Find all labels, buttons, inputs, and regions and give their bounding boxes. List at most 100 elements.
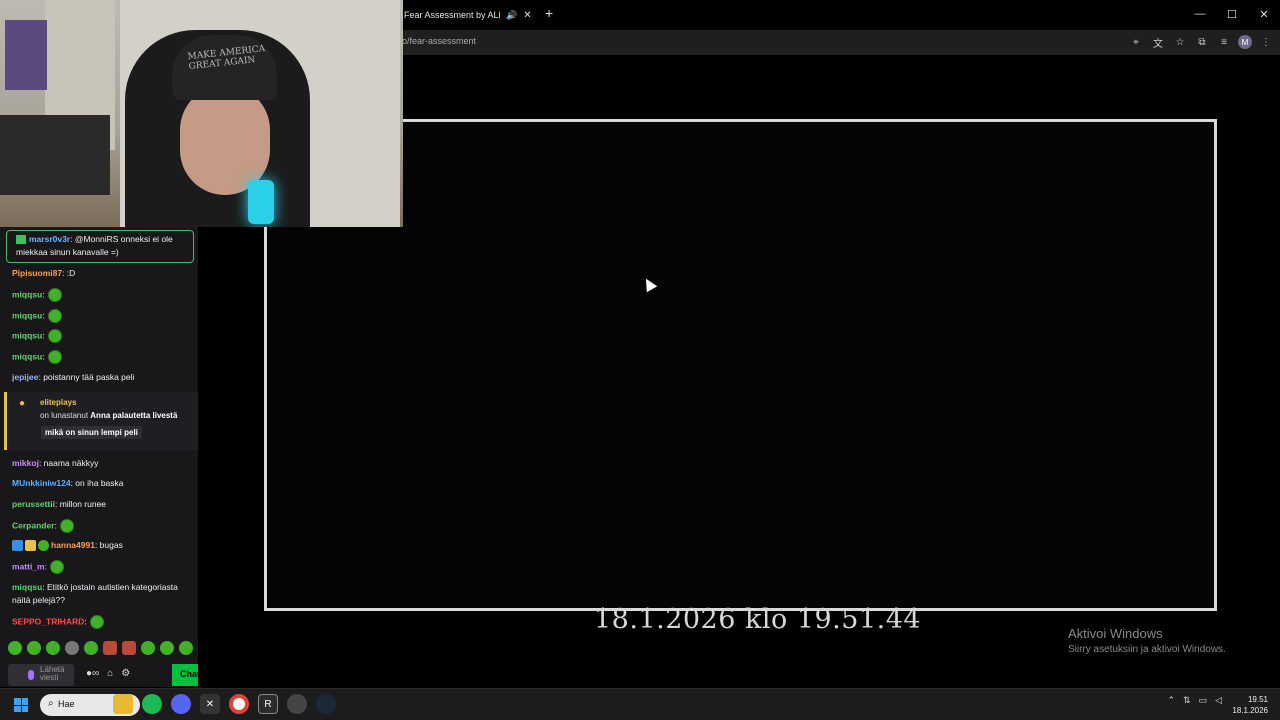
emote-icon[interactable]	[141, 641, 155, 655]
windows-taskbar: ⌕ Hae ✕ R ⌃ ⇅ ▭ ◁ 19.51 18.1.2026	[0, 688, 1280, 720]
tab-close-icon[interactable]: ✕	[523, 10, 531, 21]
twitch-chat: marsr0v3r: @MonniRS onneksi ei ole miekk…	[0, 227, 198, 687]
browser-tab[interactable]: Fear Assessment by ALEXA 🔊 ✕	[400, 4, 538, 26]
channel-points-icon: ●	[19, 398, 26, 409]
chat-username[interactable]: miqqsu	[12, 310, 42, 320]
chat-text: : millon runee	[55, 499, 107, 509]
address-bar[interactable]: o/fear-assessment ⌖ 文 ☆ ⧉ ≡ M ⋮	[400, 30, 1280, 55]
discord-icon[interactable]	[171, 694, 191, 714]
chat-username[interactable]: miqqsu	[12, 582, 42, 592]
network-icon[interactable]: ⇅	[1183, 695, 1191, 706]
chat-message: mikkoj: naama näkkyy	[12, 457, 192, 470]
emote-icon	[49, 560, 64, 574]
chat-text: :	[42, 289, 45, 300]
minimize-button[interactable]: —	[1184, 0, 1216, 28]
game-canvas[interactable]	[264, 119, 1217, 611]
translate-icon[interactable]: 文	[1150, 34, 1166, 50]
channel-points-button[interactable]: ●∞	[86, 668, 99, 679]
emote-icon[interactable]	[160, 641, 174, 655]
chat-message: marsr0v3r: @MonniRS onneksi ei ole miekk…	[16, 233, 188, 259]
chat-username[interactable]: Cerpander	[12, 520, 55, 530]
chat-username[interactable]: marsr0v3r	[29, 234, 70, 244]
taskbar-clock[interactable]: 19.51 18.1.2026	[1232, 694, 1268, 716]
chat-username[interactable]: jepijee	[12, 372, 38, 382]
chat-message: Cerpander:	[12, 519, 192, 533]
emote-icon[interactable]	[8, 641, 22, 655]
emote-icon[interactable]	[179, 641, 193, 655]
emote-icon[interactable]	[84, 641, 98, 655]
profile-avatar[interactable]: M	[1238, 35, 1252, 49]
chat-username[interactable]: SEPPO_TRIHARD	[12, 616, 84, 626]
emote-icon[interactable]	[65, 641, 79, 655]
chat-username[interactable]: hanna4991	[51, 540, 95, 550]
close-window-button[interactable]: ✕	[1248, 0, 1280, 28]
chat-input[interactable]: Lähetä viesti	[8, 664, 74, 686]
obs-icon[interactable]	[287, 694, 307, 714]
redeem-username[interactable]: eliteplays	[40, 398, 76, 407]
windows-start-icon[interactable]	[14, 698, 28, 712]
clock-time: 19.51	[1247, 695, 1268, 704]
chat-username[interactable]: Pipisuomi87	[12, 268, 62, 278]
chat-username[interactable]: perussettii	[12, 499, 55, 509]
new-tab-button[interactable]: +	[545, 6, 553, 20]
chat-username[interactable]: miqqsu	[12, 351, 42, 361]
clock-date: 18.1.2026	[1232, 706, 1268, 715]
location-icon[interactable]: ⌖	[1128, 34, 1144, 50]
emote-bar	[8, 641, 193, 655]
mic-icon[interactable]	[28, 670, 34, 680]
chrome-icon[interactable]	[229, 694, 249, 714]
chat-send-button[interactable]: Chat	[172, 664, 198, 686]
chevron-up-icon[interactable]: ⌃	[1167, 695, 1175, 706]
channel-points-redemption: ● eliteplays on lunastanut Anna palautet…	[4, 392, 198, 450]
volume-icon[interactable]: ◁	[1215, 695, 1222, 706]
crown-badge-icon	[25, 540, 36, 552]
chat-username[interactable]: miqqsu	[12, 330, 42, 340]
screen: Fear Assessment by ALEXA 🔊 ✕ + — ☐ ✕ o/f…	[0, 0, 1280, 720]
spotify-icon[interactable]	[142, 694, 162, 714]
speaker-icon[interactable]: 🔊	[506, 10, 517, 21]
chat-text: : :D	[62, 268, 76, 278]
redeem-text: on lunastanut Anna palautetta livestä	[40, 411, 177, 420]
chat-message: SEPPO_TRIHARD:	[12, 615, 192, 629]
subscriber-badge-icon	[38, 540, 49, 552]
menu-kebab-icon[interactable]: ⋮	[1258, 34, 1274, 50]
settings-gear-icon[interactable]: ⚙	[121, 668, 130, 679]
app-r-icon[interactable]: R	[258, 694, 278, 714]
redeem-reward: Anna palautetta livestä	[90, 411, 178, 420]
emote-icon	[47, 350, 62, 364]
chat-message: miqqsu: Etitkö jostain autistien kategor…	[12, 581, 192, 607]
chat-input-placeholder: Lähetä viesti	[40, 665, 65, 682]
steam-icon[interactable]	[316, 694, 336, 714]
chat-username[interactable]: mikkoj	[12, 458, 39, 468]
chat-username[interactable]: matti_m	[12, 561, 45, 571]
store-icon[interactable]: ⌂	[107, 668, 113, 679]
maximize-button[interactable]: ☐	[1216, 0, 1248, 28]
chat-username[interactable]: MUnkkiniw124	[12, 478, 71, 488]
emote-icon[interactable]	[103, 641, 117, 655]
chat-message: jepijee: poistanny tää paska peli	[12, 371, 192, 384]
chat-text: : naama näkkyy	[38, 458, 99, 468]
address-bar-icons: ⌖ 文 ☆ ⧉ ≡ M ⋮	[1128, 34, 1274, 50]
capcut-icon[interactable]: ✕	[200, 694, 220, 714]
monitor-icon[interactable]: ▭	[1199, 695, 1208, 706]
star-icon[interactable]: ☆	[1172, 34, 1188, 50]
chat-text: : on iha baska	[70, 478, 124, 488]
chat-message: miqqsu:	[12, 309, 192, 323]
webcam-overlay: MAKE AMERICA GREAT AGAIN	[0, 0, 403, 227]
file-explorer-icon[interactable]	[113, 694, 133, 714]
windows-activation-watermark: Aktivoi Windows Siirry asetuksiin ja akt…	[1068, 626, 1226, 655]
extensions-icon[interactable]: ⧉	[1194, 34, 1210, 50]
emote-icon[interactable]	[27, 641, 41, 655]
emote-icon	[47, 309, 62, 323]
chat-message: miqqsu:	[12, 329, 192, 343]
system-tray: ⌃ ⇅ ▭ ◁	[1167, 695, 1222, 706]
chat-username[interactable]: miqqsu	[12, 289, 42, 299]
search-icon: ⌕	[48, 698, 54, 709]
emote-icon	[59, 519, 74, 533]
emote-icon[interactable]	[46, 641, 60, 655]
timestamp-overlay: 18.1.2026 klo 19.51.44	[594, 604, 922, 635]
url-text[interactable]: o/fear-assessment	[402, 36, 476, 46]
redeem-message: mikä on sinun lempi peli	[41, 426, 142, 439]
media-control-icon[interactable]: ≡	[1216, 34, 1232, 50]
emote-icon[interactable]	[122, 641, 136, 655]
